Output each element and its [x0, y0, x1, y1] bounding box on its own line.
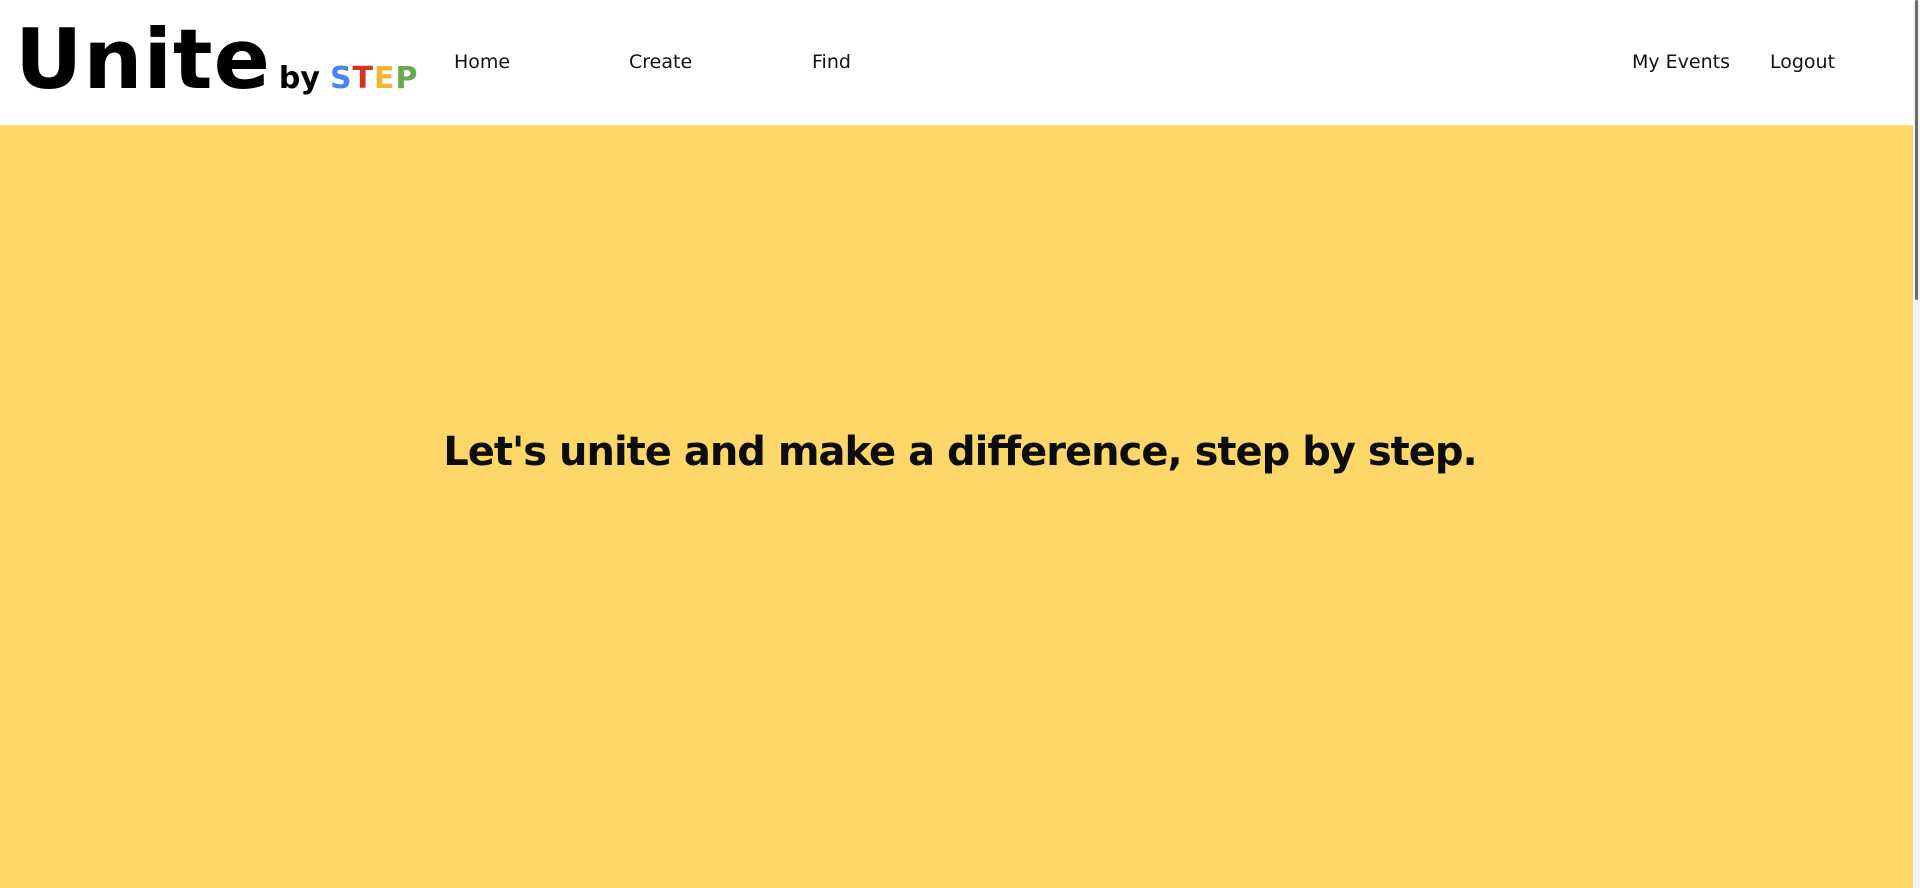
nav-create-link[interactable]: Create — [629, 48, 692, 76]
nav-home-link[interactable]: Home — [454, 48, 510, 76]
logo-step-letter-s: S — [329, 61, 353, 96]
nav-my-events-link[interactable]: My Events — [1632, 48, 1730, 76]
page-scrollbar[interactable] — [1913, 0, 1920, 888]
scrollbar-thumb[interactable] — [1915, 0, 1918, 300]
nav-logout-link[interactable]: Logout — [1770, 48, 1835, 76]
logo-step-letter-t: T — [352, 61, 375, 96]
logo-wordmark: Unite — [15, 11, 271, 108]
hero-tagline: Let's unite and make a difference, step … — [443, 429, 1477, 475]
logo-step-letter-p: P — [395, 61, 419, 96]
logo-step-text: STEP — [330, 61, 419, 96]
logo-step-letter-e: E — [374, 61, 396, 96]
nav-find-link[interactable]: Find — [812, 48, 851, 76]
logo-by-text: by — [278, 61, 320, 96]
brand-logo[interactable]: Unite by STEP — [15, 10, 419, 110]
hero-section: Let's unite and make a difference, step … — [0, 125, 1913, 888]
page: Unite by STEP Home Create Find My Events… — [0, 0, 1920, 888]
navbar: Unite by STEP Home Create Find My Events… — [0, 0, 1913, 125]
